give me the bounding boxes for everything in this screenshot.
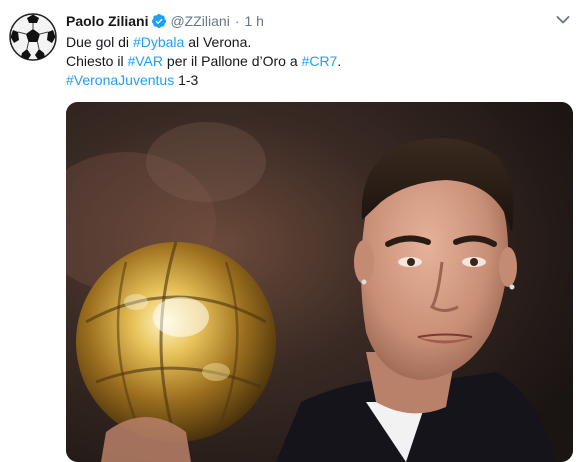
- separator-dot: ·: [234, 13, 240, 29]
- tweet-text-line-1: Due gol di #Dybala al Verona.: [66, 33, 566, 52]
- hashtag-link-dybala[interactable]: #Dybala: [133, 34, 184, 50]
- hashtag-link-veronajuventus[interactable]: #VeronaJuventus: [66, 72, 174, 88]
- user-handle[interactable]: @ZZiliani: [170, 13, 229, 29]
- photo-ballon-dor-icon: [66, 102, 573, 462]
- tweet-card[interactable]: Paolo Ziliani @ZZiliani · 1 h Due gol di…: [0, 0, 586, 462]
- display-name[interactable]: Paolo Ziliani: [66, 13, 148, 29]
- text-segment: per il Pallone d’Oro a: [163, 53, 302, 69]
- text-segment: 1-3: [174, 72, 199, 88]
- text-segment: .: [337, 53, 342, 69]
- avatar[interactable]: [9, 13, 57, 61]
- hashtag-link-cr7[interactable]: #CR7: [302, 53, 338, 69]
- soccer-ball-icon: [9, 13, 57, 61]
- text-segment: Chiesto il: [66, 53, 128, 69]
- text-segment: al Verona.: [184, 34, 252, 50]
- text-segment: Due gol di: [66, 34, 133, 50]
- tweet-header: Paolo Ziliani @ZZiliani · 1 h: [66, 11, 264, 31]
- tweet-text-line-3: #VeronaJuventus 1-3: [66, 71, 566, 90]
- tweet-photo[interactable]: [66, 102, 573, 462]
- verified-badge-icon: [152, 14, 167, 28]
- timestamp[interactable]: 1 h: [244, 13, 263, 29]
- tweet-text: Due gol di #Dybala al Verona. Chiesto il…: [66, 33, 566, 90]
- chevron-down-icon[interactable]: [556, 15, 570, 25]
- hashtag-link-var[interactable]: #VAR: [127, 53, 163, 69]
- tweet-text-line-2: Chiesto il #VAR per il Pallone d’Oro a #…: [66, 52, 566, 71]
